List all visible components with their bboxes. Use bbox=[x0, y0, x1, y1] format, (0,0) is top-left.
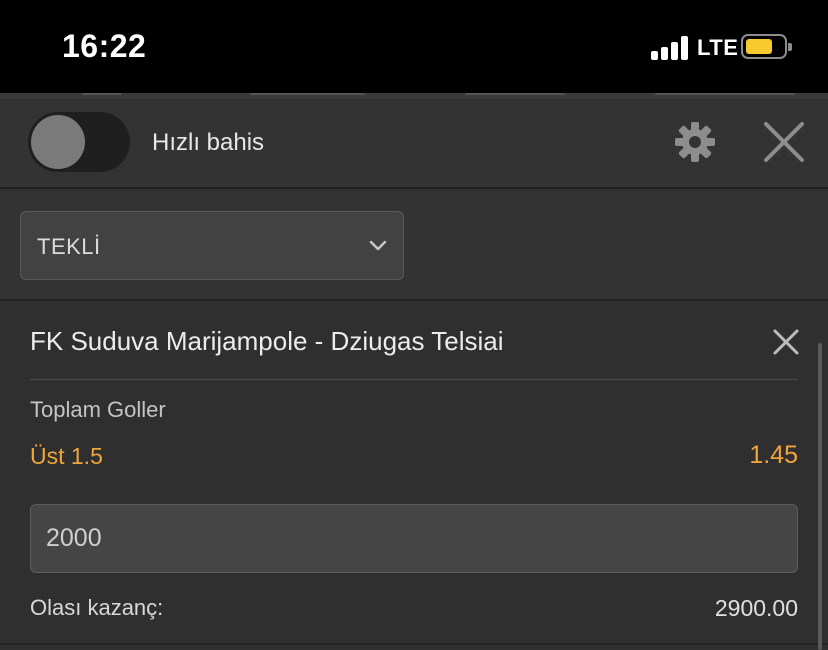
possible-win-value: 2900.00 bbox=[714, 595, 798, 621]
possible-win-label: Olası kazanç: bbox=[30, 595, 164, 620]
status-time: 16:22 bbox=[62, 28, 147, 64]
betslip-header: Hızlı bahis bbox=[0, 99, 828, 189]
close-icon[interactable] bbox=[760, 118, 808, 166]
chevron-down-icon bbox=[369, 240, 387, 251]
odds-value: 1.45 bbox=[749, 441, 798, 469]
signal-icon bbox=[651, 36, 691, 60]
selection-name: Üst 1.5 bbox=[30, 443, 103, 469]
status-bar: 16:22 LTE bbox=[0, 0, 828, 93]
market-name: Toplam Goller bbox=[30, 397, 166, 422]
remove-bet-icon[interactable] bbox=[770, 326, 802, 358]
bet-type-value: TEKLİ bbox=[37, 234, 101, 259]
divider bbox=[0, 643, 828, 645]
match-title: FK Suduva Marijampole - Dziugas Telsiai bbox=[30, 326, 504, 356]
scrollbar[interactable] bbox=[818, 343, 822, 650]
quick-bet-label: Hızlı bahis bbox=[152, 129, 265, 156]
toggle-knob bbox=[31, 115, 85, 169]
quick-bet-toggle[interactable] bbox=[28, 112, 130, 172]
bet-card: FK Suduva Marijampole - Dziugas Telsiai … bbox=[0, 303, 828, 650]
network-label: LTE bbox=[697, 35, 739, 60]
gear-icon[interactable] bbox=[671, 118, 719, 166]
bet-type-dropdown[interactable]: TEKLİ bbox=[20, 211, 404, 280]
bet-type-area: TEKLİ bbox=[0, 191, 828, 301]
divider bbox=[30, 379, 798, 380]
stake-input[interactable] bbox=[30, 504, 798, 573]
battery-icon bbox=[741, 34, 792, 59]
